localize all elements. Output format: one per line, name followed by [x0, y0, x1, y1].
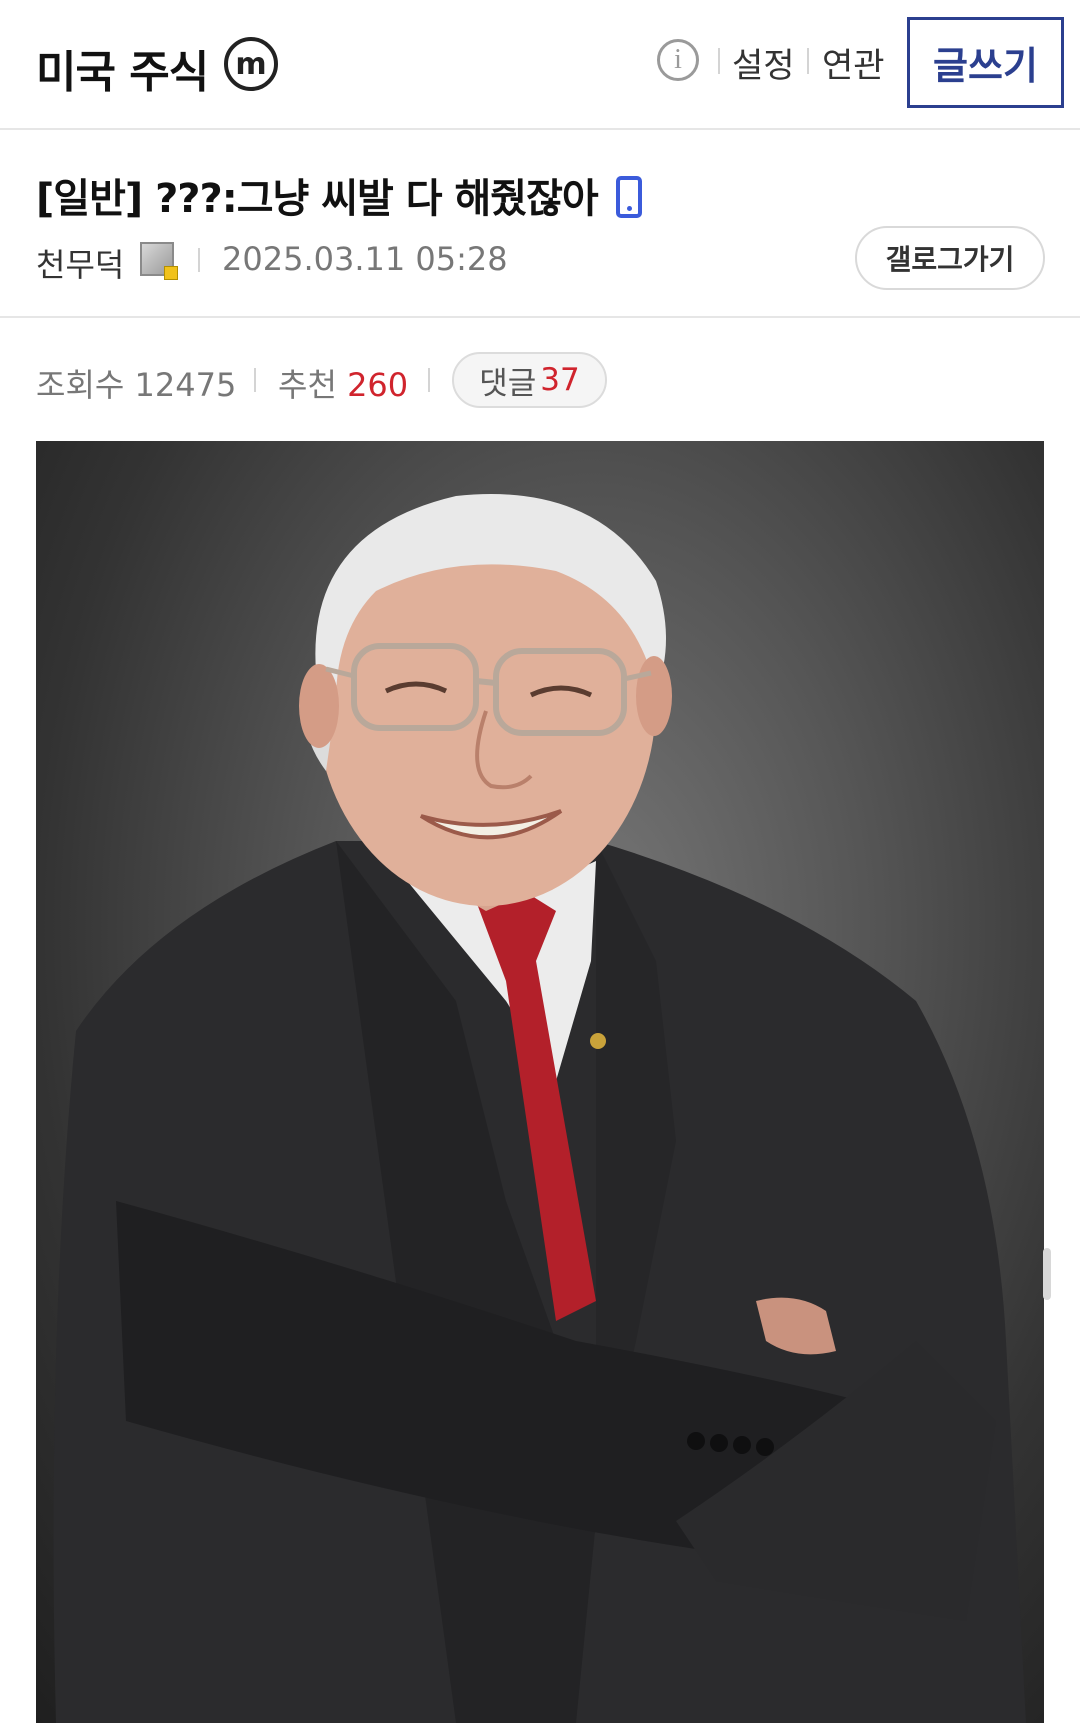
views-count: 12475 [134, 366, 237, 404]
mobile-phone-icon [615, 176, 642, 218]
comments-count: 37 [540, 362, 580, 398]
portrait-illustration [53, 494, 1026, 1723]
post-title-wrap: [일반] ???:그냥 씨발 다 해줬잖아 [36, 166, 642, 224]
recommend-stat: 추천 260 [278, 360, 408, 406]
minor-gallery-icon: m [224, 37, 278, 91]
member-badge-icon [140, 242, 178, 280]
gallery-title[interactable]: 미국 주식 [36, 36, 209, 100]
info-icon[interactable]: i [657, 39, 699, 81]
recommend-count: 260 [347, 366, 409, 404]
gallog-button[interactable]: 갤로그가기 [855, 226, 1045, 290]
stat-divider [254, 368, 256, 392]
post-title: [일반] ???:그냥 씨발 다 해줬잖아 [36, 176, 599, 222]
header-divider [718, 48, 720, 74]
views-stat: 조회수 12475 [36, 360, 236, 406]
gallery-header: 미국 주식 m i 설정 연관 글쓰기 [0, 0, 1080, 130]
write-button[interactable]: 글쓰기 [907, 17, 1064, 108]
header-divider [807, 48, 809, 74]
post-date: 2025.03.11 05:28 [222, 240, 508, 278]
scrollbar-thumb[interactable] [1043, 1248, 1051, 1300]
stat-divider [428, 368, 430, 392]
related-link[interactable]: 연관 [822, 38, 885, 87]
post-stats: 조회수 12475 추천 260 댓글 37 [0, 318, 1080, 418]
post-header: [일반] ???:그냥 씨발 다 해줬잖아 천무덕 2025.03.11 05:… [0, 130, 1080, 318]
author-name[interactable]: 천무덕 [36, 240, 124, 286]
comments-button[interactable]: 댓글 37 [452, 352, 607, 408]
comments-label: 댓글 [479, 365, 537, 402]
views-label: 조회수 [36, 366, 125, 404]
recommend-label: 추천 [278, 366, 337, 404]
settings-link[interactable]: 설정 [732, 38, 795, 87]
meta-divider [198, 248, 200, 272]
post-photo [36, 441, 1044, 1723]
